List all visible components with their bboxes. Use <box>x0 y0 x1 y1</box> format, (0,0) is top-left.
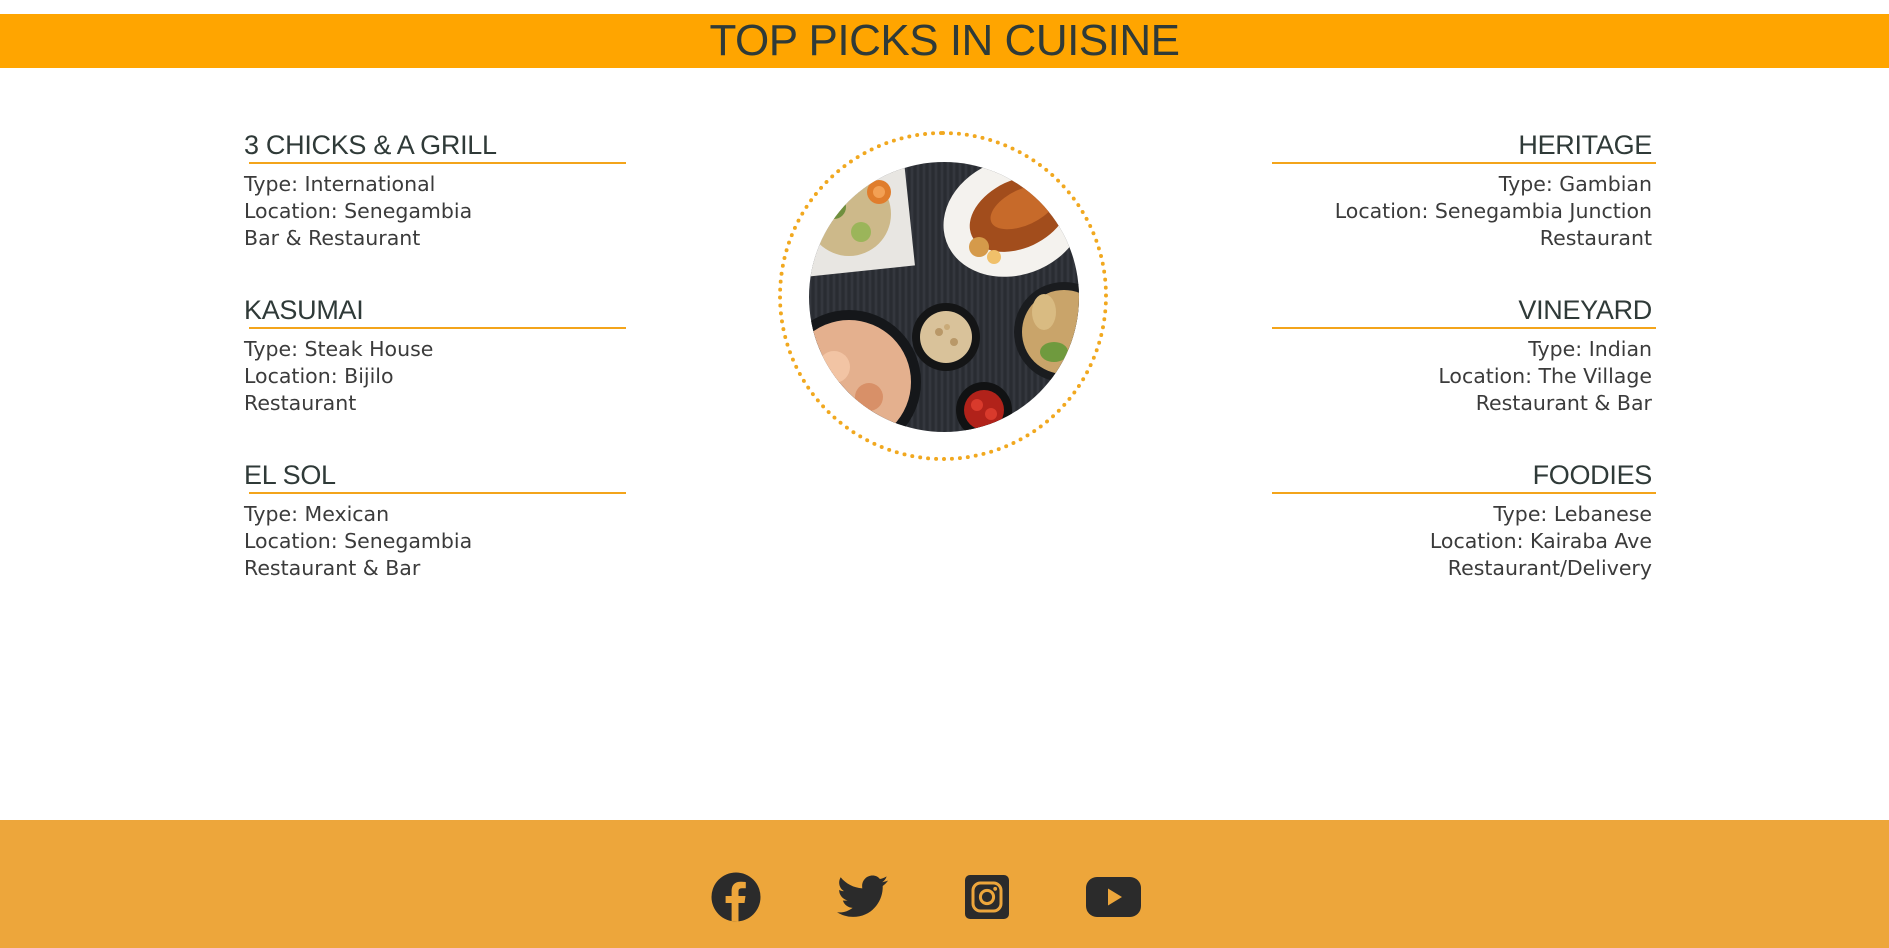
heading-divider <box>249 162 626 164</box>
heading-divider <box>249 327 626 329</box>
restaurant-card: KASUMAI Type: Steak House Location: Biji… <box>244 293 626 458</box>
instagram-icon[interactable] <box>964 871 1010 923</box>
restaurant-location: Location: Kairaba Ave <box>1429 529 1652 553</box>
heading-divider <box>1272 492 1656 494</box>
restaurant-location: Location: Senegambia Junction <box>1334 199 1652 223</box>
restaurant-location-cont: Restaurant & Bar <box>244 556 421 580</box>
restaurant-location-cont: Restaurant & Bar <box>1475 391 1652 415</box>
footer-bar <box>0 820 1889 948</box>
page-header-banner: TOP PICKS IN CUISINE <box>0 14 1889 68</box>
restaurant-card: FOODIES Type: Lebanese Location: Kairaba… <box>1272 458 1656 623</box>
restaurant-name: KASUMAI <box>244 295 364 325</box>
restaurant-name: 3 CHICKS & A GRILL <box>244 130 497 160</box>
restaurant-type: Type: Indian <box>1528 337 1652 361</box>
restaurant-card: HERITAGE Type: Gambian Location: Senegam… <box>1272 128 1656 293</box>
heading-divider <box>1272 162 1656 164</box>
restaurant-name: VINEYARD <box>1518 295 1652 325</box>
food-bowls-image <box>809 162 1079 432</box>
restaurant-card: EL SOL Type: Mexican Location: Senegambi… <box>244 458 626 623</box>
restaurant-location-cont: Restaurant <box>1539 226 1652 250</box>
restaurant-location-cont: Restaurant/Delivery <box>1447 556 1652 580</box>
restaurant-location-cont: Bar & Restaurant <box>244 226 421 250</box>
restaurant-type: Type: Lebanese <box>1493 502 1652 526</box>
restaurant-name: EL SOL <box>244 460 336 490</box>
facebook-icon[interactable] <box>711 871 761 923</box>
youtube-icon[interactable] <box>1086 871 1141 923</box>
right-restaurant-column: HERITAGE Type: Gambian Location: Senegam… <box>1272 128 1656 623</box>
restaurant-location: Location: The Village <box>1438 364 1652 388</box>
twitter-icon[interactable] <box>837 871 889 923</box>
restaurant-location-cont: Restaurant <box>244 391 357 415</box>
restaurant-location: Location: Senegambia <box>244 529 473 553</box>
restaurant-location: Location: Senegambia <box>244 199 473 223</box>
restaurant-type: Type: Mexican <box>244 502 390 526</box>
restaurant-type: Type: Steak House <box>244 337 434 361</box>
heading-divider <box>249 492 626 494</box>
restaurant-card: 3 CHICKS & A GRILL Type: International L… <box>244 128 626 293</box>
page-title: TOP PICKS IN CUISINE <box>709 16 1180 65</box>
restaurant-type: Type: International <box>244 172 436 196</box>
restaurant-name: HERITAGE <box>1518 130 1652 160</box>
restaurant-type: Type: Gambian <box>1498 172 1652 196</box>
food-bowls-illustration <box>809 162 1079 432</box>
restaurant-location: Location: Bijilo <box>244 364 394 388</box>
restaurant-card: VINEYARD Type: Indian Location: The Vill… <box>1272 293 1656 458</box>
heading-divider <box>1272 327 1656 329</box>
left-restaurant-column: 3 CHICKS & A GRILL Type: International L… <box>244 128 626 623</box>
restaurant-name: FOODIES <box>1532 460 1653 490</box>
